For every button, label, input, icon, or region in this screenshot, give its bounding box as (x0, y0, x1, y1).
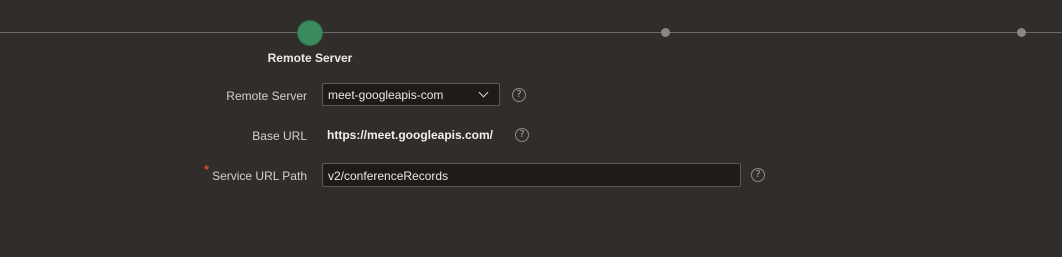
help-icon[interactable]: ? (512, 88, 526, 102)
remote-server-select-value: meet-googleapis-com (328, 88, 444, 102)
train-step-3-dot[interactable] (1017, 28, 1026, 37)
required-indicator: * (204, 162, 210, 177)
train-step-current-dot[interactable] (298, 21, 322, 45)
service-url-path-label: Service URL Path (212, 169, 307, 183)
wizard-train: Remote Server (0, 0, 1062, 70)
train-step-current-label: Remote Server (267, 51, 353, 65)
help-icon[interactable]: ? (751, 168, 765, 182)
remote-server-select[interactable]: meet-googleapis-com (322, 83, 500, 106)
service-url-path-input[interactable]: v2/conferenceRecords (322, 163, 741, 187)
remote-server-row: Remote Server meet-googleapis-com ? (0, 83, 1062, 109)
base-url-value: https://meet.googleapis.com/ (327, 128, 494, 142)
remote-server-label: Remote Server (226, 89, 307, 103)
train-step-2-dot[interactable] (661, 28, 670, 37)
chevron-down-icon (478, 87, 489, 98)
train-connector-line (0, 32, 1062, 33)
help-icon[interactable]: ? (515, 128, 529, 142)
service-url-path-input-value: v2/conferenceRecords (328, 169, 449, 183)
base-url-label: Base URL (252, 129, 307, 143)
service-url-path-row: * Service URL Path v2/conferenceRecords … (0, 162, 1062, 189)
base-url-row: Base URL https://meet.googleapis.com/ ? (0, 123, 1062, 149)
